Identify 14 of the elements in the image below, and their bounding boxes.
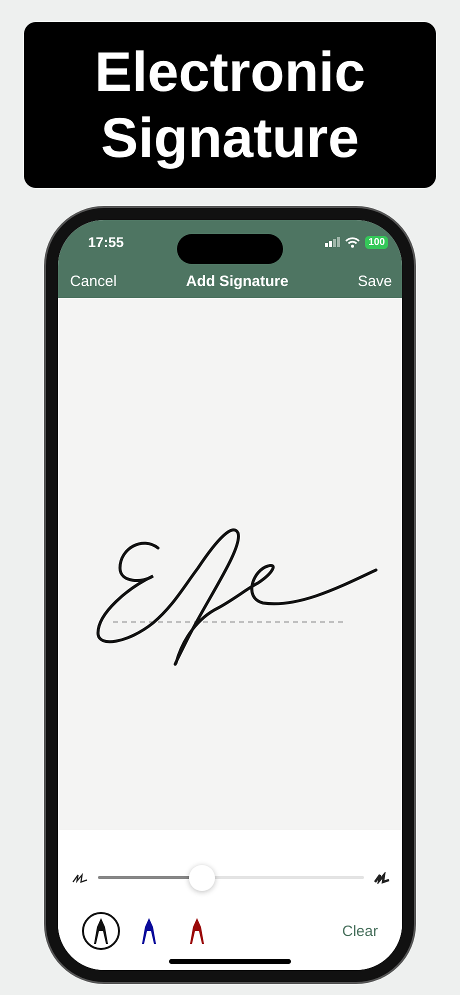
pen-color-button[interactable] [82, 912, 120, 950]
save-button[interactable]: Save [358, 272, 392, 290]
battery-indicator: 100 [365, 236, 388, 248]
cancel-button[interactable]: Cancel [70, 272, 117, 290]
screen-title: Add Signature [186, 272, 288, 290]
headline-text: Signature [100, 105, 360, 171]
thin-stroke-icon [72, 872, 88, 884]
headline-text: Electronic [94, 39, 366, 105]
clear-button[interactable]: Clear [342, 922, 378, 940]
thick-stroke-icon [374, 872, 390, 884]
wifi-icon [345, 236, 360, 248]
signal-icon [325, 237, 340, 247]
slider-thumb[interactable] [188, 865, 215, 891]
status-time: 17:55 [88, 234, 124, 250]
